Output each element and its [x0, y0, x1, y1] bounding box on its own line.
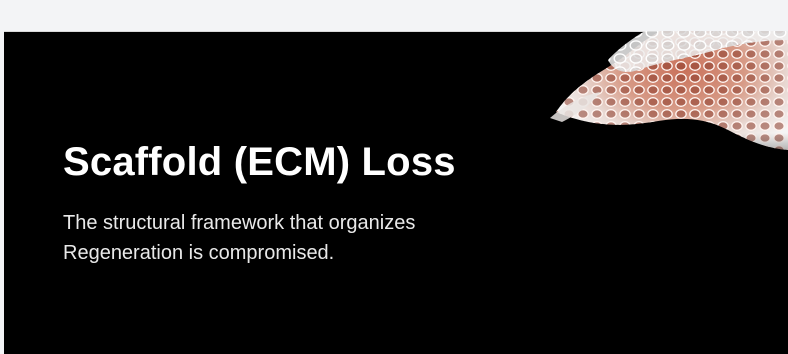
honeycomb-scaffold-image [548, 31, 788, 190]
card-title: Scaffold (ECM) Loss [63, 140, 456, 184]
info-card: Scaffold (ECM) Loss The structural frame… [4, 31, 788, 354]
description-line: The structural framework that organizes [63, 212, 416, 234]
card-description: The structural framework that organizes … [63, 208, 523, 268]
description-line: Regeneration is compromised. [63, 242, 335, 264]
page: Scaffold (ECM) Loss The structural frame… [0, 0, 788, 354]
